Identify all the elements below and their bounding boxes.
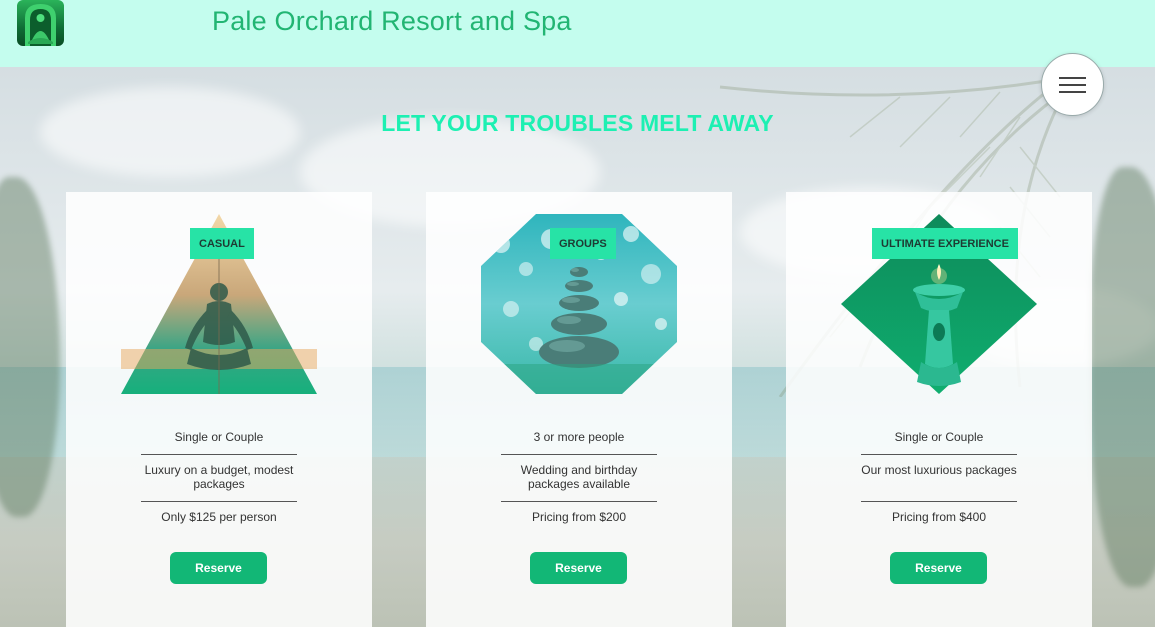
feature-price: Pricing from $400	[891, 510, 987, 524]
divider	[861, 454, 1017, 455]
hero-headline: LET YOUR TROUBLES MELT AWAY	[381, 110, 774, 136]
divider	[141, 501, 297, 502]
reserve-button[interactable]: Reserve	[530, 552, 627, 584]
badge-groups: GROUPS	[550, 228, 616, 259]
feature-people: Single or Couple	[894, 430, 984, 444]
hamburger-menu-icon[interactable]	[1041, 53, 1104, 116]
divider	[501, 501, 657, 502]
site-title[interactable]: Pale Orchard Resort and Spa	[212, 6, 572, 37]
feature-description: Our most luxurious packages	[861, 463, 1017, 477]
package-card-groups: GROUPS 3 or more people Wedding and birt…	[426, 192, 732, 627]
meditation-logo-icon[interactable]	[17, 0, 64, 46]
divider	[501, 454, 657, 455]
reserve-button[interactable]: Reserve	[890, 552, 987, 584]
feature-people: 3 or more people	[533, 430, 625, 444]
badge-ultimate: ULTIMATE EXPERIENCE	[872, 228, 1018, 259]
package-card-ultimate: ULTIMATE EXPERIENCE Single or Couple Our…	[786, 192, 1092, 627]
feature-description: Wedding and birthday packages available	[520, 463, 638, 491]
divider	[141, 454, 297, 455]
feature-price: Only $125 per person	[161, 510, 277, 524]
package-card-casual: CASUAL Single or Couple Luxury on a budg…	[66, 192, 372, 627]
feature-price: Pricing from $200	[531, 510, 627, 524]
site-header: Pale Orchard Resort and Spa	[0, 0, 1155, 67]
badge-casual: CASUAL	[190, 228, 254, 259]
feature-people: Single or Couple	[174, 430, 264, 444]
divider	[861, 501, 1017, 502]
feature-description: Luxury on a budget, modest packages	[144, 463, 294, 491]
reserve-button[interactable]: Reserve	[170, 552, 267, 584]
